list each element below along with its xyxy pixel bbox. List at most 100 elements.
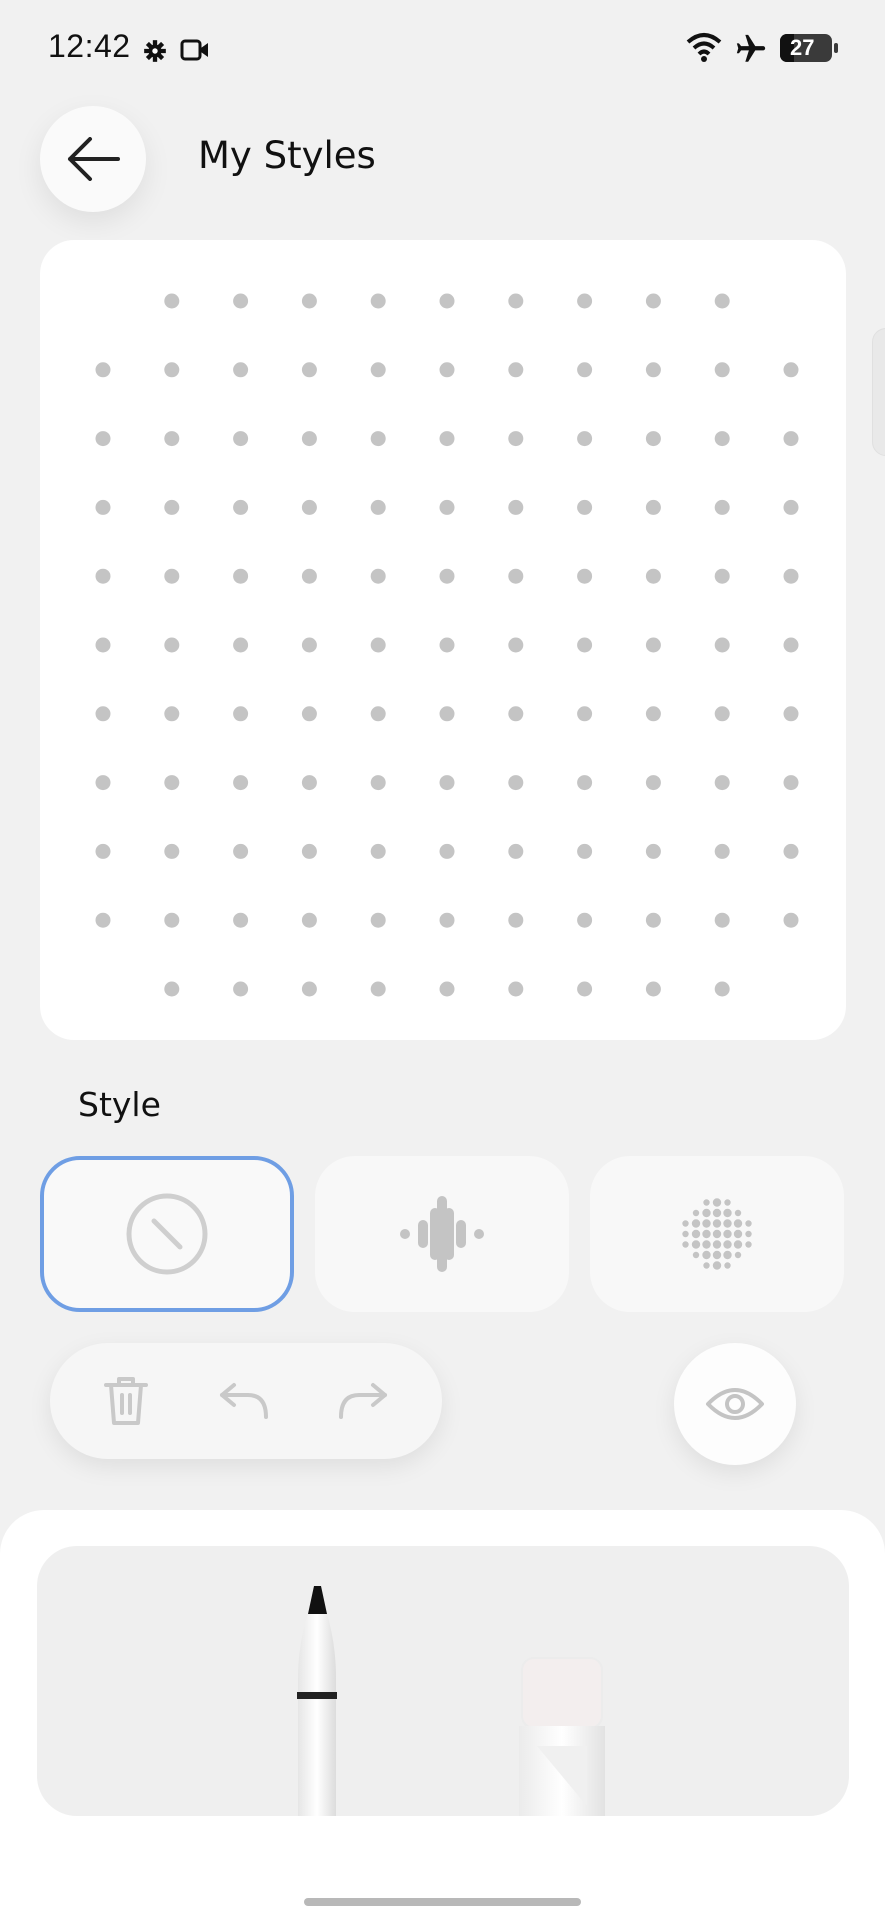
grid-dot[interactable] xyxy=(577,568,593,584)
grid-dot[interactable] xyxy=(508,431,524,447)
grid-dot[interactable] xyxy=(577,499,593,515)
grid-dot[interactable] xyxy=(783,775,799,791)
grid-dot[interactable] xyxy=(577,912,593,928)
grid-dot[interactable] xyxy=(301,293,317,309)
grid-dot[interactable] xyxy=(508,568,524,584)
grid-dot[interactable] xyxy=(370,362,386,378)
grid-dot[interactable] xyxy=(714,843,730,859)
dot-matrix-canvas[interactable] xyxy=(40,240,846,1040)
grid-dot[interactable] xyxy=(714,912,730,928)
grid-dot[interactable] xyxy=(95,843,111,859)
grid-dot[interactable] xyxy=(645,912,661,928)
grid-dot[interactable] xyxy=(95,499,111,515)
grid-dot[interactable] xyxy=(577,637,593,653)
grid-dot[interactable] xyxy=(439,568,455,584)
grid-dot[interactable] xyxy=(508,981,524,997)
grid-dot[interactable] xyxy=(714,499,730,515)
grid-dot[interactable] xyxy=(164,637,180,653)
grid-dot[interactable] xyxy=(370,637,386,653)
grid-dot[interactable] xyxy=(95,431,111,447)
grid-dot[interactable] xyxy=(439,293,455,309)
grid-dot[interactable] xyxy=(783,568,799,584)
grid-dot[interactable] xyxy=(645,843,661,859)
side-panel-handle[interactable] xyxy=(872,328,885,456)
grid-dot[interactable] xyxy=(164,293,180,309)
preview-button[interactable] xyxy=(674,1343,796,1465)
grid-dot[interactable] xyxy=(370,912,386,928)
grid-dot[interactable] xyxy=(508,293,524,309)
grid-dot[interactable] xyxy=(370,431,386,447)
grid-dot[interactable] xyxy=(370,499,386,515)
grid-dot[interactable] xyxy=(577,293,593,309)
grid-dot[interactable] xyxy=(714,568,730,584)
grid-dot[interactable] xyxy=(301,706,317,722)
grid-dot[interactable] xyxy=(233,843,249,859)
grid-dot[interactable] xyxy=(164,499,180,515)
grid-dot[interactable] xyxy=(301,637,317,653)
grid-dot[interactable] xyxy=(645,637,661,653)
grid-dot[interactable] xyxy=(714,637,730,653)
grid-dot[interactable] xyxy=(301,568,317,584)
grid-dot[interactable] xyxy=(645,431,661,447)
grid-dot[interactable] xyxy=(645,499,661,515)
grid-dot[interactable] xyxy=(645,293,661,309)
grid-dot[interactable] xyxy=(439,775,455,791)
grid-dot[interactable] xyxy=(233,981,249,997)
grid-dot[interactable] xyxy=(301,912,317,928)
grid-dot[interactable] xyxy=(645,981,661,997)
grid-dot[interactable] xyxy=(164,568,180,584)
grid-dot[interactable] xyxy=(370,706,386,722)
grid-dot[interactable] xyxy=(95,637,111,653)
grid-dot[interactable] xyxy=(164,431,180,447)
grid-dot[interactable] xyxy=(714,362,730,378)
grid-dot[interactable] xyxy=(95,775,111,791)
grid-dot[interactable] xyxy=(439,431,455,447)
grid-dot[interactable] xyxy=(508,775,524,791)
grid-dot[interactable] xyxy=(645,362,661,378)
grid-dot[interactable] xyxy=(439,362,455,378)
grid-dot[interactable] xyxy=(233,775,249,791)
eraser-tool[interactable] xyxy=(517,1656,607,1816)
grid-dot[interactable] xyxy=(783,706,799,722)
grid-dot[interactable] xyxy=(301,362,317,378)
grid-dot[interactable] xyxy=(233,912,249,928)
grid-dot[interactable] xyxy=(577,981,593,997)
grid-dot[interactable] xyxy=(370,981,386,997)
grid-dot[interactable] xyxy=(439,843,455,859)
grid-dot[interactable] xyxy=(714,293,730,309)
style-option-wave[interactable] xyxy=(315,1156,569,1312)
grid-dot[interactable] xyxy=(233,431,249,447)
grid-dot[interactable] xyxy=(370,775,386,791)
style-option-dots[interactable] xyxy=(590,1156,844,1312)
grid-dot[interactable] xyxy=(164,362,180,378)
grid-dot[interactable] xyxy=(783,912,799,928)
home-indicator[interactable] xyxy=(304,1898,581,1906)
grid-dot[interactable] xyxy=(95,912,111,928)
grid-dot[interactable] xyxy=(439,981,455,997)
style-option-none[interactable] xyxy=(40,1156,294,1312)
grid-dot[interactable] xyxy=(301,431,317,447)
grid-dot[interactable] xyxy=(783,499,799,515)
grid-dot[interactable] xyxy=(714,981,730,997)
grid-dot[interactable] xyxy=(577,362,593,378)
delete-button[interactable] xyxy=(96,1371,156,1431)
grid-dot[interactable] xyxy=(370,293,386,309)
grid-dot[interactable] xyxy=(577,431,593,447)
grid-dot[interactable] xyxy=(577,775,593,791)
grid-dot[interactable] xyxy=(233,568,249,584)
grid-dot[interactable] xyxy=(577,706,593,722)
grid-dot[interactable] xyxy=(95,706,111,722)
grid-dot[interactable] xyxy=(370,568,386,584)
grid-dot[interactable] xyxy=(439,499,455,515)
grid-dot[interactable] xyxy=(370,843,386,859)
grid-dot[interactable] xyxy=(301,499,317,515)
grid-dot[interactable] xyxy=(714,431,730,447)
pencil-tool[interactable] xyxy=(290,1584,350,1816)
grid-dot[interactable] xyxy=(233,706,249,722)
grid-dot[interactable] xyxy=(508,499,524,515)
redo-button[interactable] xyxy=(333,1371,393,1431)
undo-button[interactable] xyxy=(214,1371,274,1431)
grid-dot[interactable] xyxy=(714,775,730,791)
grid-dot[interactable] xyxy=(577,843,593,859)
grid-dot[interactable] xyxy=(301,775,317,791)
